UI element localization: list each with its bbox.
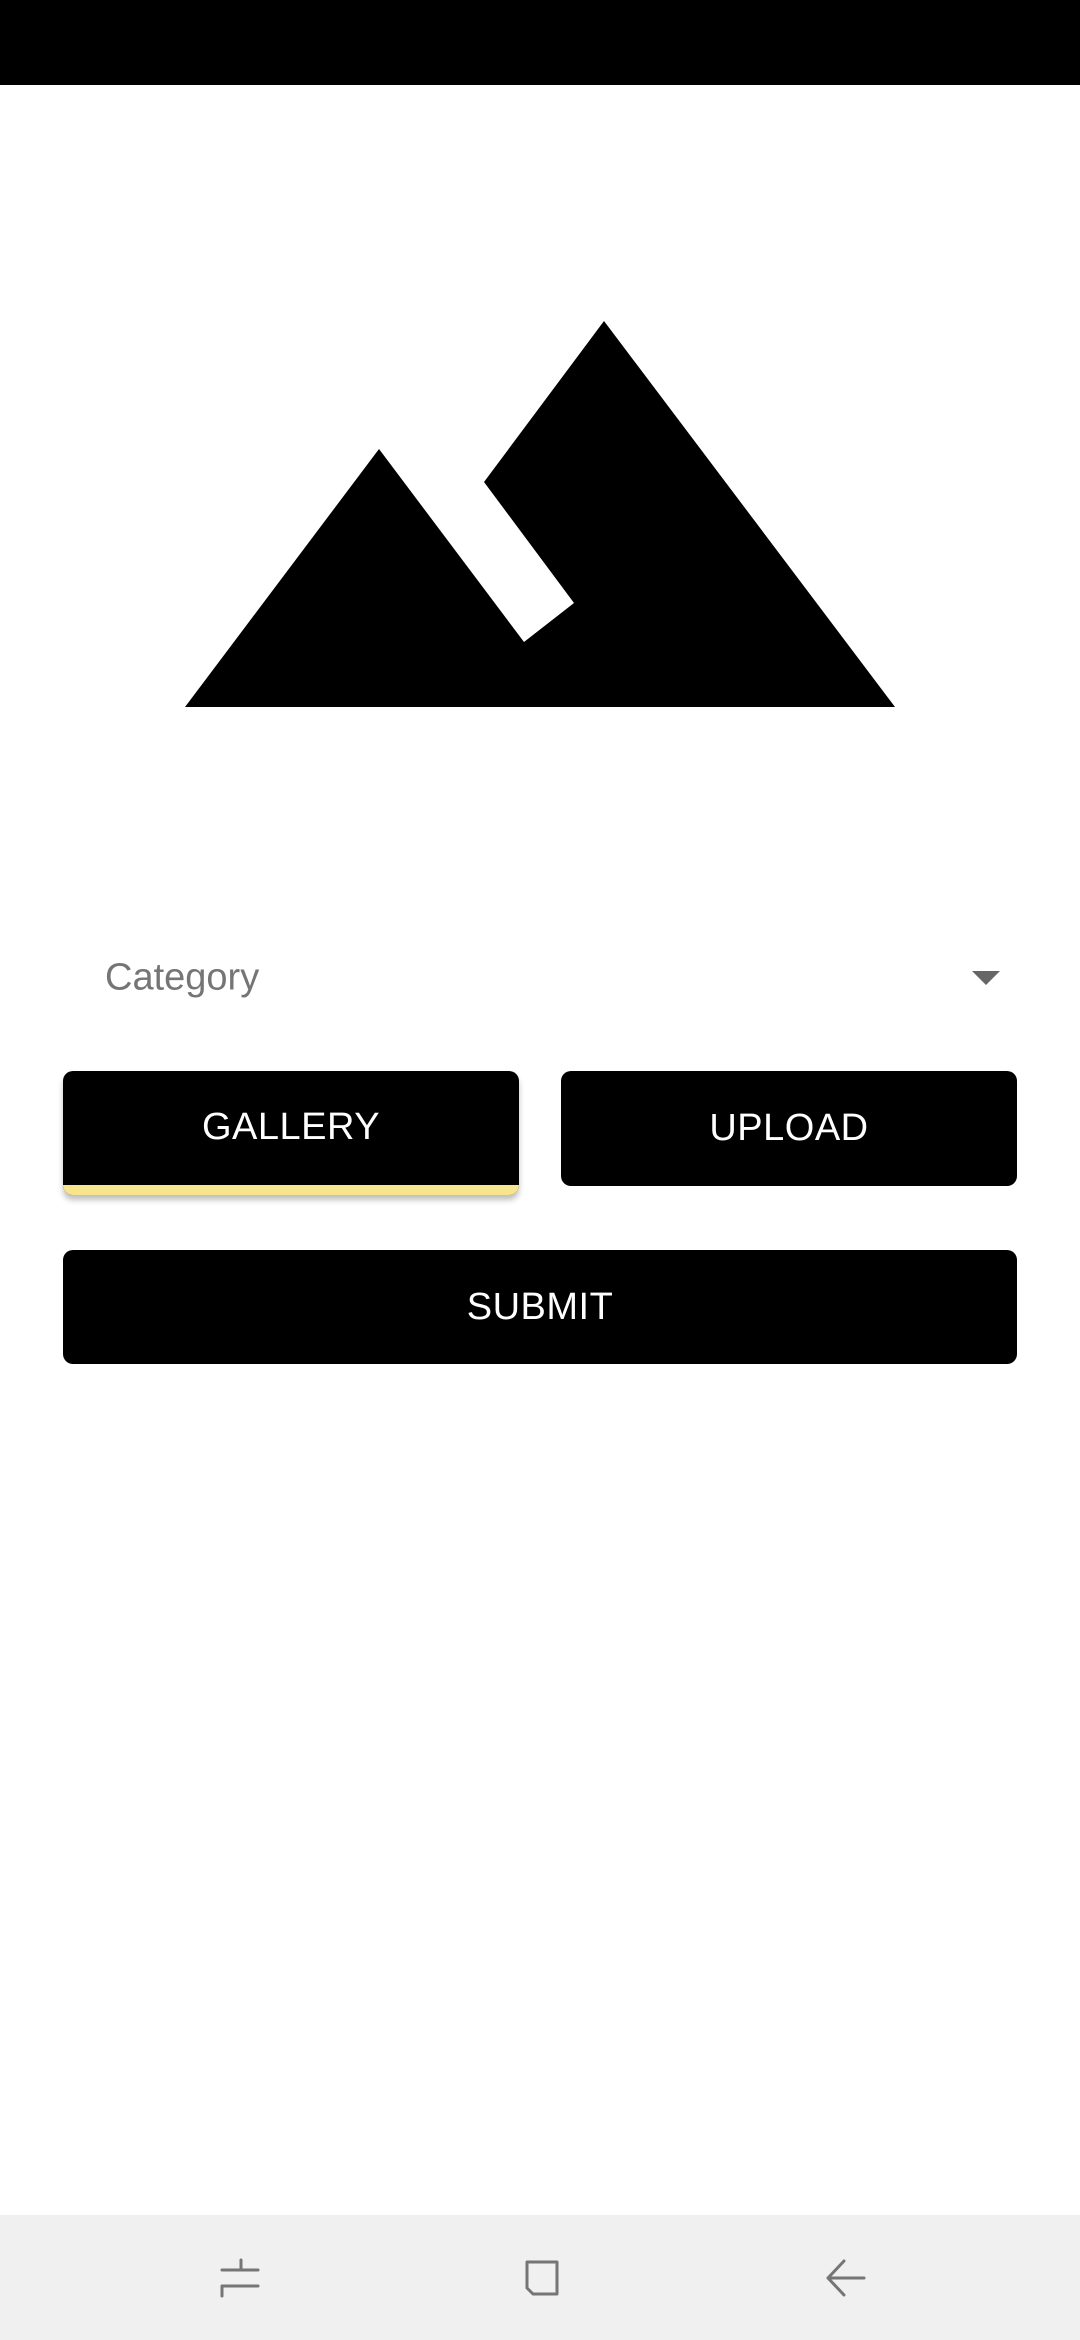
category-spinner[interactable]: Category [63, 940, 1017, 1016]
home-button[interactable] [483, 2215, 603, 2340]
dropdown-arrow-icon [972, 971, 1000, 985]
recents-icon [220, 2258, 260, 2297]
category-spinner-label: Category [105, 956, 260, 999]
upload-button[interactable]: UPLOAD [561, 1071, 1017, 1186]
submit-button[interactable]: SUBMIT [63, 1250, 1017, 1364]
image-placeholder-icon [0, 85, 1080, 765]
back-button[interactable] [786, 2215, 906, 2340]
home-icon [525, 2260, 559, 2295]
focus-indicator [63, 1185, 519, 1195]
gallery-button-label: GALLERY [201, 1105, 381, 1148]
status-bar [0, 0, 1080, 85]
upload-button-label: UPLOAD [709, 1107, 869, 1149]
navigation-bar [0, 2215, 1080, 2340]
back-icon [826, 2259, 866, 2296]
recents-button[interactable] [180, 2215, 300, 2340]
submit-button-label: SUBMIT [466, 1285, 614, 1328]
gallery-button[interactable]: GALLERY [63, 1071, 519, 1195]
